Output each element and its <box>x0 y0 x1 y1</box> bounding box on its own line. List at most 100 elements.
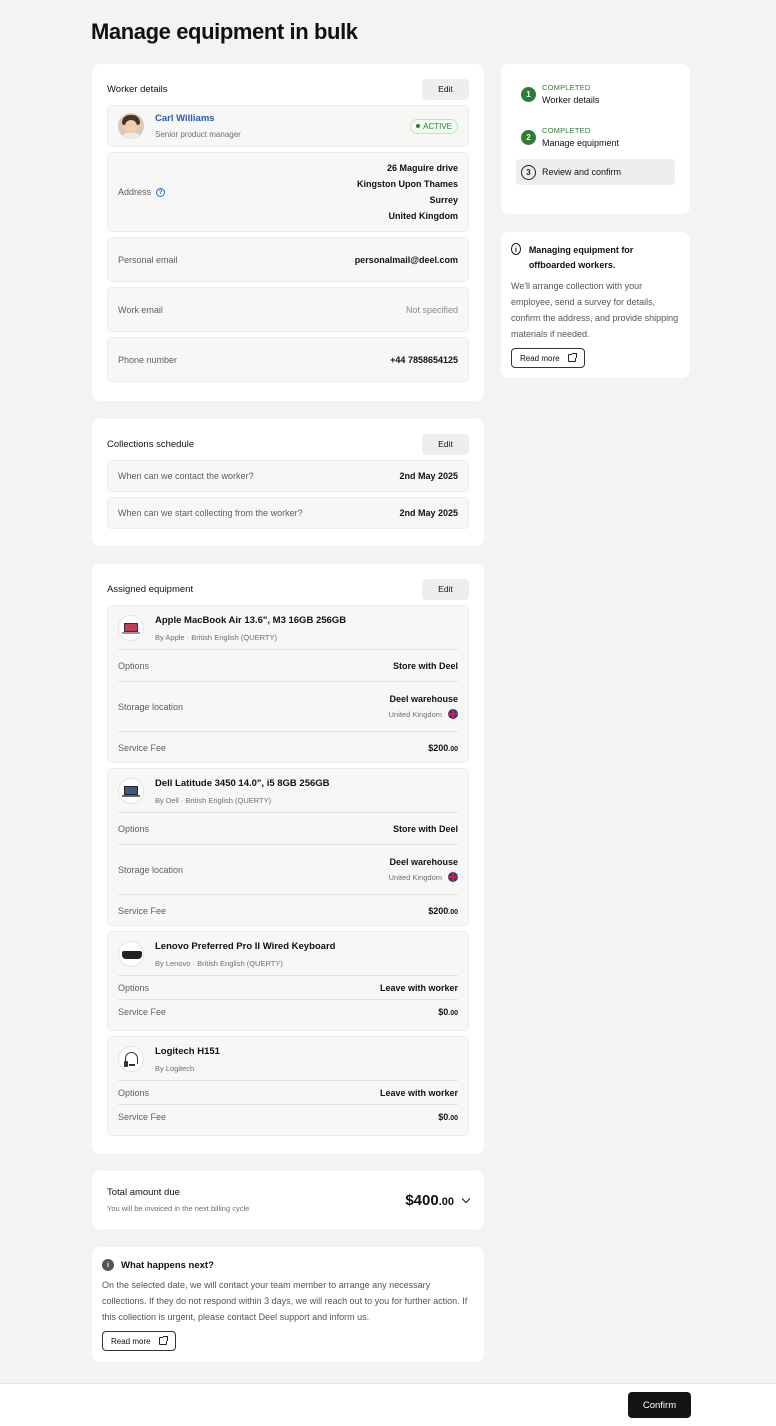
read-more-label: Read more <box>520 353 560 363</box>
address-label: Address <box>118 187 152 197</box>
assigned-equipment-card: Assigned equipment Edit Apple MacBook Ai… <box>92 564 484 1154</box>
equipment-subtitle: By Logitech <box>155 1064 195 1073</box>
read-more-button[interactable]: Read more <box>102 1331 176 1351</box>
worker-role: Senior product manager <box>155 130 241 139</box>
work-email-value: Not specified <box>405 304 458 315</box>
info-icon: i <box>102 1259 114 1271</box>
total-amount-cents: .00 <box>438 1195 454 1208</box>
service-fee-label: Service Fee <box>118 905 167 916</box>
service-fee-main: $200 <box>428 742 449 753</box>
contact-date-value: 2nd May 2025 <box>399 471 458 481</box>
storage-location-value: Deel warehouse <box>389 694 458 704</box>
address-line: United Kingdom <box>388 211 459 221</box>
step-status: COMPLETED <box>542 83 591 92</box>
storage-location-label: Storage location <box>118 701 184 712</box>
external-link-icon <box>158 1336 168 1345</box>
step-label: Worker details <box>542 95 600 105</box>
edit-worker-button[interactable]: Edit <box>422 78 469 100</box>
footer-bar: Confirm <box>0 1383 776 1426</box>
step-manage-equipment[interactable]: 2 COMPLETED Manage equipment <box>516 126 675 148</box>
collections-schedule-title: Collections schedule <box>107 438 195 450</box>
read-more-button[interactable]: Read more <box>511 348 585 368</box>
confirm-button[interactable]: Confirm <box>628 1392 691 1418</box>
equipment-item: Lenovo Preferred Pro II Wired Keyboard B… <box>107 931 469 1031</box>
headset-icon <box>118 1046 144 1072</box>
info-panel-title: Managing equipment for offboarded worker… <box>528 245 634 270</box>
chevron-down-icon[interactable] <box>461 1194 471 1203</box>
service-fee-value: $200.00 <box>428 743 458 753</box>
service-fee-value: $200.00 <box>428 906 458 916</box>
contact-date-row: When can we contact the worker? 2nd May … <box>107 460 469 492</box>
step-review-and-confirm[interactable]: 3 Review and confirm <box>516 159 675 185</box>
status-dot-icon <box>416 124 421 128</box>
service-fee-value: $0.00 <box>438 1112 458 1122</box>
service-fee-cents: .00 <box>448 1115 458 1122</box>
what-happens-next-text: On the selected date, we will contact yo… <box>102 1280 468 1322</box>
collections-schedule-card: Collections schedule Edit When can we co… <box>92 419 484 546</box>
total-amount-toggle[interactable]: $400.00 <box>405 1191 471 1209</box>
storage-location-value: Deel warehouse <box>389 857 458 867</box>
equipment-item: Logitech H151 By Logitech Options Leave … <box>107 1036 469 1136</box>
step-status: COMPLETED <box>542 126 591 135</box>
work-email-row: Work email Not specified <box>107 287 469 332</box>
equipment-item: Dell Latitude 3450 14.0", i5 8GB 256GB B… <box>107 768 469 926</box>
total-amount-main: $400 <box>405 1191 439 1209</box>
step-worker-details[interactable]: 1 COMPLETED Worker details <box>516 83 675 105</box>
uk-flag-icon <box>448 709 458 719</box>
collect-date-row: When can we start collecting from the wo… <box>107 497 469 529</box>
edit-equipment-button[interactable]: Edit <box>422 578 469 600</box>
service-fee-cents: .00 <box>448 908 458 916</box>
total-card: Total amount due You will be invoiced in… <box>92 1171 484 1229</box>
help-icon[interactable]: ? <box>156 187 166 197</box>
worker-name-link[interactable]: Carl Williams <box>155 113 241 124</box>
laptop-icon <box>118 778 144 804</box>
service-fee-main: $0 <box>438 1112 449 1122</box>
address-line: Surrey <box>429 195 458 205</box>
service-fee-main: $0 <box>438 1007 449 1017</box>
service-fee-value: $0.00 <box>438 1007 458 1017</box>
worker-row: Carl Williams Senior product manager ACT… <box>107 105 469 147</box>
step-number: 1 <box>521 87 536 102</box>
keyboard-icon <box>118 941 144 967</box>
service-fee-main: $200 <box>428 905 449 916</box>
equipment-name: Apple MacBook Air 13.6", M3 16GB 256GB <box>155 615 347 626</box>
options-label: Options <box>118 1087 150 1098</box>
phone-value: +44 7858654125 <box>390 354 458 365</box>
options-label: Options <box>118 823 150 834</box>
status-badge-label: ACTIVE <box>423 121 452 131</box>
address-line: 26 Maguire drive <box>386 163 458 173</box>
options-label: Options <box>118 982 150 993</box>
storage-location-label: Storage location <box>118 864 184 875</box>
personal-email-row: Personal email personalmail@deel.com <box>107 237 469 282</box>
total-note: You will be invoiced in the next billing… <box>107 1204 250 1213</box>
option-value: Leave with worker <box>379 1087 458 1098</box>
option-value: Store with Deel <box>392 660 458 671</box>
equipment-name: Dell Latitude 3450 14.0", i5 8GB 256GB <box>155 778 330 789</box>
what-happens-next-title: What happens next? <box>121 1259 214 1271</box>
collect-date-label: When can we start collecting from the wo… <box>118 508 303 518</box>
contact-date-label: When can we contact the worker? <box>118 471 254 481</box>
status-badge: ACTIVE <box>410 118 458 134</box>
progress-steps-card: 1 COMPLETED Worker details 2 COMPLETED M… <box>501 64 690 214</box>
equipment-subtitle: By Dell · British English (QUERTY) <box>155 796 272 805</box>
service-fee-label: Service Fee <box>118 1007 167 1017</box>
collect-date-value: 2nd May 2025 <box>399 508 458 518</box>
address-row: Address? 26 Maguire drive Kingston Upon … <box>107 152 469 232</box>
step-label: Manage equipment <box>542 138 620 148</box>
info-panel-text: We'll arrange collection with your emplo… <box>511 281 679 339</box>
personal-email-value: personalmail@deel.com <box>354 254 458 265</box>
total-label: Total amount due <box>107 1187 180 1198</box>
external-link-icon <box>567 353 577 362</box>
laptop-icon <box>118 615 144 641</box>
edit-schedule-button[interactable]: Edit <box>422 433 469 455</box>
what-happens-next-card: i What happens next? On the selected dat… <box>92 1247 484 1362</box>
worker-details-title: Worker details <box>107 83 168 95</box>
service-fee-label: Service Fee <box>118 742 167 753</box>
equipment-subtitle: By Apple · British English (QUERTY) <box>155 633 277 642</box>
service-fee-cents: .00 <box>448 745 458 753</box>
work-email-label: Work email <box>118 304 163 315</box>
equipment-name: Logitech H151 <box>155 1046 220 1057</box>
storage-country: United Kingdom <box>388 709 442 719</box>
personal-email-label: Personal email <box>118 254 178 265</box>
equipment-item: Apple MacBook Air 13.6", M3 16GB 256GB B… <box>107 605 469 763</box>
